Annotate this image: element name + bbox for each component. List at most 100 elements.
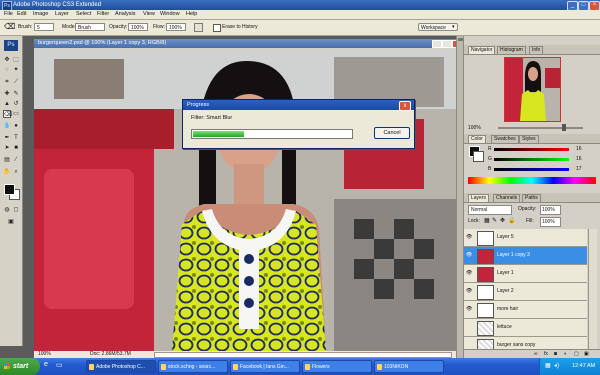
menu-view[interactable]: View — [143, 11, 155, 18]
opacity-field[interactable]: 100% — [128, 23, 148, 31]
doc-maximize-button[interactable] — [442, 40, 452, 48]
adjustment-layer-icon[interactable]: ◐ — [564, 351, 567, 357]
link-layers-icon[interactable]: ∞ — [534, 351, 538, 357]
menu-file[interactable]: File — [4, 11, 13, 18]
tab-paths[interactable]: Paths — [522, 194, 541, 202]
task-photoshop[interactable]: Adobe Photoshop C... — [86, 360, 156, 373]
menu-help[interactable]: Help — [186, 11, 197, 18]
crop-tool-icon[interactable]: ⌗ — [3, 78, 11, 86]
brush-picker[interactable]: 5 — [34, 23, 54, 31]
visibility-eye-icon[interactable]: · — [466, 343, 472, 348]
tab-layers[interactable]: Layers — [468, 194, 490, 202]
visibility-eye-icon[interactable]: 👁 — [466, 235, 472, 240]
tab-color[interactable]: Color — [468, 135, 486, 143]
notes-tool-icon[interactable]: ▤ — [3, 156, 11, 164]
zoom-slider-thumb[interactable] — [562, 124, 566, 131]
task-flowers[interactable]: Flowers — [302, 360, 372, 373]
zoom-level[interactable]: 100% — [38, 351, 51, 358]
volume-icon[interactable]: ◂) — [554, 358, 559, 375]
layer-opacity-field[interactable]: 100% — [540, 205, 561, 215]
layer-row[interactable]: 👁 Layer 5 — [464, 229, 587, 247]
task-facebook[interactable]: Facebook | Ians Gin... — [230, 360, 300, 373]
marquee-tool-icon[interactable]: ⬚ — [12, 56, 20, 64]
color-g-slider[interactable] — [494, 158, 569, 161]
quick-mask-icon[interactable]: ◍ — [3, 206, 11, 214]
lock-position-icon[interactable]: ✥ — [500, 217, 505, 224]
tab-navigator[interactable]: Navigator — [468, 46, 496, 54]
navigator-zoom[interactable]: 100% — [468, 125, 481, 131]
trash-icon[interactable]: ▣ — [584, 351, 589, 357]
menu-filter[interactable]: Filter — [97, 11, 109, 18]
dodge-tool-icon[interactable]: ● — [12, 122, 20, 130]
layer-style-icon[interactable]: fx — [544, 351, 548, 357]
healing-brush-tool-icon[interactable]: ✚ — [3, 90, 11, 98]
layer-row[interactable]: 👁 more hair — [464, 301, 587, 319]
eraser-tool-icon[interactable]: ⌫ — [4, 23, 15, 31]
zoom-tool-icon[interactable]: ⌕ — [12, 168, 20, 176]
quick-launch-desktop-icon[interactable]: ▭ — [56, 361, 63, 369]
airbrush-icon[interactable] — [194, 23, 203, 32]
pen-tool-icon[interactable]: ✒ — [3, 134, 11, 142]
tab-info[interactable]: Info — [529, 46, 544, 54]
visibility-eye-icon[interactable]: 👁 — [466, 289, 472, 294]
screen-mode-icon[interactable]: ▣ — [7, 218, 15, 226]
clone-stamp-tool-icon[interactable]: ▲ — [3, 100, 11, 108]
color-background-swatch[interactable] — [473, 151, 484, 162]
layer-row[interactable]: · burger sans copy — [464, 337, 587, 349]
menu-select[interactable]: Select — [76, 11, 91, 18]
brush-tool-icon[interactable]: ✎ — [12, 90, 20, 98]
move-tool-icon[interactable]: ✥ — [3, 56, 11, 64]
tab-channels[interactable]: Channels — [493, 194, 521, 202]
gradient-tool-icon[interactable]: ▭ — [12, 110, 20, 118]
erase-to-history-checkbox[interactable] — [213, 24, 221, 32]
layer-mask-icon[interactable]: ◙ — [554, 351, 557, 357]
color-spectrum-bar[interactable] — [468, 177, 596, 184]
mode-select[interactable]: Brush — [75, 23, 105, 31]
color-g-value[interactable]: 16 — [576, 156, 582, 162]
lock-transparency-icon[interactable]: ▦ — [484, 217, 490, 224]
flow-field[interactable]: 100% — [166, 23, 186, 31]
lasso-tool-icon[interactable]: ◌ — [3, 66, 11, 74]
blend-mode-select[interactable]: Normal — [468, 205, 512, 215]
slice-tool-icon[interactable]: ⟋ — [12, 78, 20, 86]
layer-row[interactable]: · lettuce — [464, 319, 587, 337]
progress-close-button[interactable]: x — [399, 101, 411, 111]
eraser-tool-icon-active[interactable]: ⌫ — [3, 110, 12, 118]
tab-styles[interactable]: Styles — [519, 135, 539, 143]
path-selection-tool-icon[interactable]: ➤ — [3, 144, 11, 152]
menu-image[interactable]: Image — [33, 11, 48, 18]
network-icon[interactable]: ▦ — [545, 358, 551, 375]
color-b-value[interactable]: 17 — [576, 166, 582, 172]
type-tool-icon[interactable]: T — [12, 134, 20, 142]
visibility-eye-icon[interactable]: · — [466, 325, 472, 330]
color-b-slider[interactable] — [494, 168, 569, 171]
fill-field[interactable]: 100% — [540, 217, 561, 227]
blur-tool-icon[interactable]: 💧 — [3, 122, 11, 130]
menu-window[interactable]: Window — [160, 11, 180, 18]
navigator-preview[interactable] — [504, 57, 561, 122]
foreground-color-swatch-top[interactable] — [4, 184, 15, 195]
menu-edit[interactable]: Edit — [17, 11, 26, 18]
navigator-zoom-slider[interactable] — [498, 127, 583, 129]
hand-tool-icon[interactable]: ✋ — [3, 168, 11, 176]
quick-launch-ie-icon[interactable]: e — [44, 361, 48, 368]
layer-row-selected[interactable]: 👁 Layer 1 copy 3 — [464, 247, 587, 265]
lock-image-icon[interactable]: ✎ — [492, 217, 497, 224]
task-stockxchng[interactable]: stock.xchng - searc... — [158, 360, 228, 373]
layers-scrollbar[interactable] — [588, 229, 597, 349]
new-layer-icon[interactable]: ▢ — [574, 351, 579, 357]
visibility-eye-icon[interactable]: 👁 — [466, 307, 472, 312]
menu-analysis[interactable]: Analysis — [115, 11, 135, 18]
doc-minimize-button[interactable] — [432, 40, 442, 48]
magic-wand-tool-icon[interactable]: ✦ — [12, 66, 20, 74]
start-button[interactable]: start — [0, 358, 40, 375]
standard-mode-icon[interactable]: ◻ — [12, 206, 20, 214]
color-r-slider[interactable] — [494, 148, 569, 151]
cancel-button[interactable]: Cancel — [374, 127, 410, 139]
eyedropper-tool-icon[interactable]: ⁄ — [12, 156, 20, 164]
task-103nikon[interactable]: 103NIKON — [374, 360, 444, 373]
visibility-eye-icon[interactable]: 👁 — [466, 253, 472, 258]
layer-row[interactable]: 👁 Layer 2 — [464, 283, 587, 301]
menu-layer[interactable]: Layer — [55, 11, 69, 18]
tab-swatches[interactable]: Swatches — [491, 135, 519, 143]
